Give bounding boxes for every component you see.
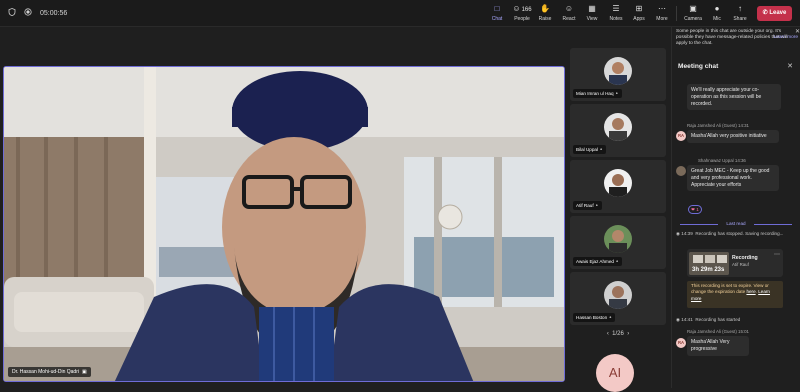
more-button[interactable]: ⋯ More — [650, 3, 674, 25]
heart-reaction[interactable]: ❤ 1 — [688, 205, 702, 214]
expiration-notice: This recording is set to expire. View or… — [687, 281, 783, 308]
notes-button[interactable]: ☰ Notes — [604, 3, 628, 25]
mic-off-icon: ⚬ — [614, 90, 619, 96]
learn-more-link[interactable]: Learn more — [773, 35, 798, 41]
notes-icon: ☰ — [612, 4, 620, 13]
message-meta: Raja Jamshed Ali (Guest) 14:31 — [687, 123, 750, 128]
participant-tile[interactable]: Bilal Uppal ⚬ — [570, 104, 666, 157]
more-icon[interactable]: ⋯ — [774, 251, 780, 258]
close-icon[interactable]: ✕ — [795, 29, 800, 35]
toolbar-divider — [676, 6, 677, 21]
last-read-divider: Last read — [676, 221, 796, 226]
hand-icon: ✋ — [540, 4, 550, 13]
share-button[interactable]: ↑ Share — [728, 3, 752, 25]
chat-message[interactable]: Masha'Allah Very progressive — [687, 336, 749, 356]
raise-hand-button[interactable]: ✋ Raise — [533, 3, 557, 25]
participant-video — [604, 57, 632, 85]
message-meta: Raja Jamshed Ali (Guest) 15:01 — [687, 329, 750, 334]
smile-icon: ☺ — [564, 4, 574, 13]
more-icon: ⋯ — [658, 4, 666, 13]
ai-avatar[interactable]: AI — [596, 354, 634, 392]
people-button[interactable]: ☺166 People — [510, 3, 534, 25]
phone-hangup-icon: ✆ — [762, 10, 768, 16]
close-icon[interactable]: ✕ — [787, 62, 793, 70]
speaker-video-frame — [4, 67, 564, 381]
chat-title: Meeting chat — [678, 63, 719, 70]
participant-name: Mian Imran ul Haq ⚬ — [573, 89, 622, 98]
record-start-icon: ◉ — [676, 317, 681, 322]
leave-button[interactable]: ✆ Leave — [757, 6, 792, 21]
chat-button[interactable]: □ Chat — [485, 3, 509, 25]
react-button[interactable]: ☺ React — [557, 3, 581, 25]
participant-video — [604, 169, 632, 197]
recording-title: Recording — [732, 255, 758, 261]
shield-icon — [8, 8, 16, 18]
mic-off-icon: ⚬ — [599, 146, 604, 152]
record-stop-icon: ◉ — [676, 231, 681, 236]
participant-tile[interactable]: Awais Ejaz Ahmed ⚬ — [570, 216, 666, 269]
mic-off-icon: ⚬ — [608, 314, 613, 320]
camera-button[interactable]: ▣ Camera — [681, 3, 705, 25]
expiration-here-link[interactable]: here — [746, 289, 755, 294]
participant-tile[interactable]: Hassan Boston ⚬ — [570, 272, 666, 325]
view-button[interactable]: ▦ View — [580, 3, 604, 25]
mic-off-icon: ⚬ — [615, 258, 620, 264]
external-org-banner: Some people in this chat are outside you… — [676, 29, 800, 46]
apps-button[interactable]: ⊞ Apps — [627, 3, 651, 25]
chevron-right-icon[interactable]: › — [627, 331, 629, 337]
meeting-status: 05:00:56 — [8, 8, 67, 18]
participant-video — [604, 225, 632, 253]
recording-thumbnail: 3h 29m 23s — [689, 252, 729, 275]
mic-off-icon: ⚬ — [594, 202, 599, 208]
chat-message[interactable]: We'll really appreciate your co-operatio… — [687, 84, 781, 111]
message-meta: Shahnawaz Uppal 14:36 — [698, 158, 746, 163]
meeting-toolbar: 05:00:56 □ Chat ☺166 People ✋ Raise ☺ Re… — [0, 0, 800, 27]
pinned-icon: ▣ — [81, 369, 87, 375]
participant-name: Bilal Uppal ⚬ — [573, 145, 607, 154]
main-speaker-video[interactable]: Dr. Hassan Mohi-ud-Din Qadri ▣ — [3, 66, 565, 382]
participant-tile[interactable]: Atif Rauf ⚬ — [570, 160, 666, 213]
participant-name: Atif Rauf ⚬ — [573, 201, 602, 210]
speaker-name-tag: Dr. Hassan Mohi-ud-Din Qadri ▣ — [8, 367, 91, 377]
avatar: RA — [676, 338, 686, 348]
camera-off-icon: ▣ — [689, 4, 697, 13]
meeting-chat-panel: Some people in this chat are outside you… — [671, 27, 800, 388]
mic-off-icon: ● — [714, 4, 720, 13]
recording-card[interactable]: 3h 29m 23s Recording Atif Rauf ⋯ — [687, 249, 783, 277]
grid-view-icon: ▦ — [588, 4, 596, 13]
people-icon: ☺ — [512, 4, 521, 13]
meeting-timer: 05:00:56 — [40, 9, 68, 17]
participant-video — [604, 281, 632, 309]
participant-name: Awais Ejaz Ahmed ⚬ — [573, 257, 623, 266]
participant-name: Hassan Boston ⚬ — [573, 313, 616, 322]
chat-message[interactable]: Great Job MEC - Keep up the good and ver… — [687, 165, 779, 192]
chevron-left-icon[interactable]: ‹ — [607, 331, 609, 337]
participant-tile[interactable]: Mian Imran ul Haq ⚬ — [570, 48, 666, 101]
recording-duration: 3h 29m 23s — [692, 267, 725, 273]
recording-indicator-icon — [24, 8, 32, 18]
chat-message[interactable]: Masha'Allah very positive initiative — [687, 130, 779, 143]
gallery-pager: ‹ 1/26 › — [606, 331, 630, 337]
recording-owner: Atif Rauf — [732, 262, 749, 267]
mic-button[interactable]: ● Mic — [705, 3, 729, 25]
share-icon: ↑ — [738, 4, 742, 13]
participant-count: 166 — [521, 7, 532, 13]
system-message: ◉ 14:41 Recording has started — [676, 317, 741, 322]
system-message: ◉ 14:39 Recording has stopped. Saving re… — [676, 231, 784, 236]
chat-icon: □ — [494, 4, 500, 13]
apps-icon: ⊞ — [635, 4, 643, 13]
avatar — [676, 166, 686, 176]
participant-video — [604, 113, 632, 141]
avatar: RA — [676, 131, 686, 141]
